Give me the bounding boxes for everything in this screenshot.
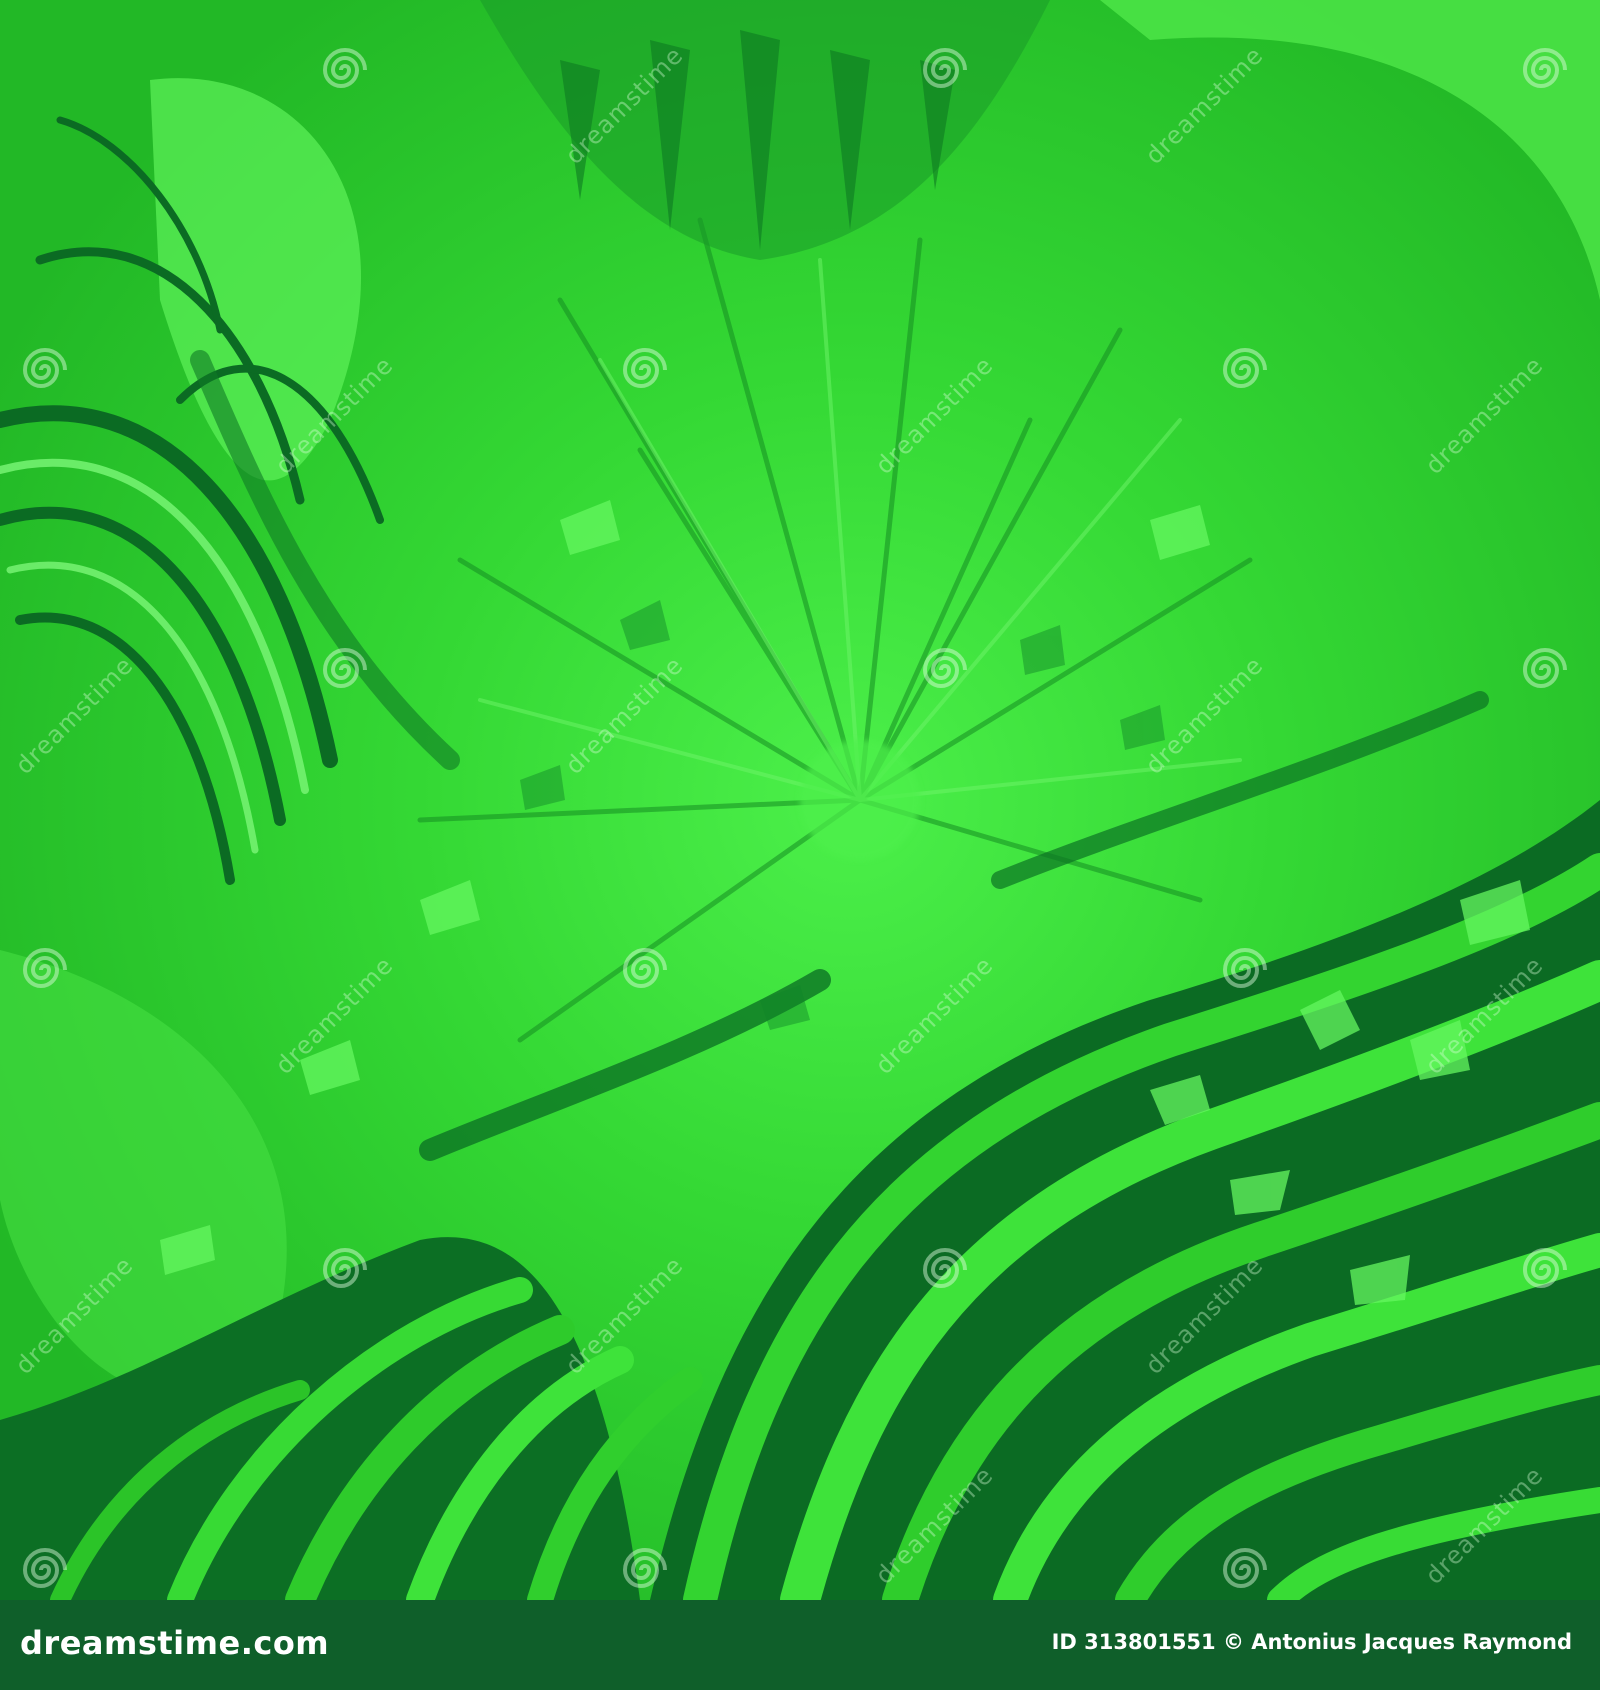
stock-image-page: dreamstime dreamstime dreamstime dreamst… <box>0 0 1600 1690</box>
footer-bar: dreamstime.com ID 313801551 © Antonius J… <box>0 1600 1600 1690</box>
abstract-green-artwork: dreamstime dreamstime dreamstime dreamst… <box>0 0 1600 1600</box>
paint-texture <box>0 0 1600 1600</box>
image-credit: ID 313801551 © Antonius Jacques Raymond <box>1051 1630 1572 1654</box>
brand-logo-text[interactable]: dreamstime.com <box>20 1624 329 1662</box>
